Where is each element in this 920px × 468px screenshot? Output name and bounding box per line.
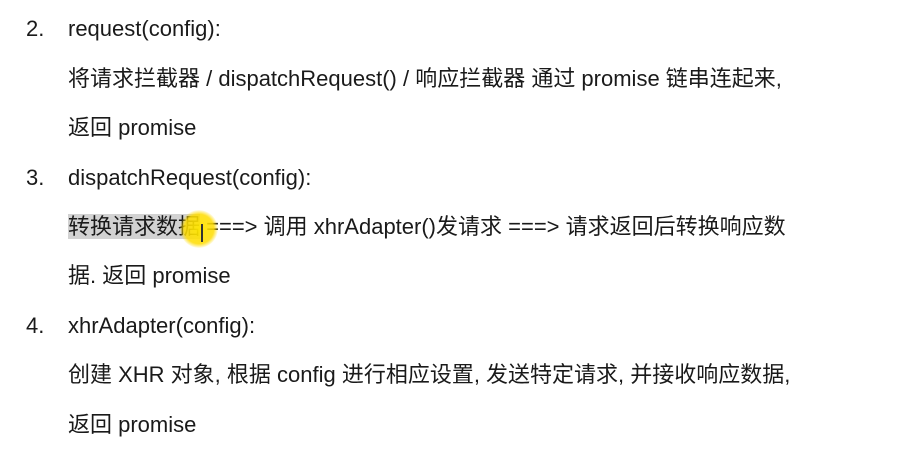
item-heading: request(config): bbox=[68, 16, 221, 41]
item-text-line: 转换请求数据 ===> 调用 xhrAdapter()发请求 ===> 请求返回… bbox=[68, 210, 786, 248]
item-number: 4. bbox=[26, 313, 45, 338]
highlighted-text-content: 转换请求数据 bbox=[68, 214, 201, 239]
item-text-line: 返回 promise bbox=[68, 412, 197, 437]
item-text-line: 将请求拦截器 / dispatchRequest() / 响应拦截器 通过 pr… bbox=[68, 66, 782, 91]
item-heading: xhrAdapter(config): bbox=[68, 313, 256, 338]
item-text-line: 创建 XHR 对象, 根据 config 进行相应设置, 发送特定请求, 并接收… bbox=[68, 362, 791, 387]
item-text-segment: ===> 调用 xhrAdapter()发请求 ===> 请求返回后转换响应数 bbox=[200, 214, 786, 239]
item-text-line: 据. 返回 promise bbox=[68, 263, 231, 288]
item-number: 2. bbox=[26, 16, 45, 41]
item-heading: dispatchRequest(config): bbox=[68, 165, 312, 190]
text-cursor-icon bbox=[201, 224, 204, 242]
highlighted-text: 转换请求数据 bbox=[68, 210, 219, 248]
item-text-line: 返回 promise bbox=[68, 115, 197, 140]
document-page: 2. request(config): 将请求拦截器 / dispatchReq… bbox=[0, 0, 920, 468]
item-number: 3. bbox=[26, 165, 45, 190]
